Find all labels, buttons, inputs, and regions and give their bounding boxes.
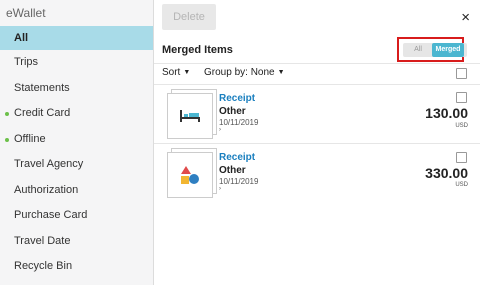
item-type-link[interactable]: Receipt [219,152,255,163]
item-category: Other [219,106,246,117]
item-amount: 130.00 [425,105,468,121]
sidebar-item-offline[interactable]: Offline [0,127,153,153]
sidebar-item-label: All [14,32,29,44]
item-type-link[interactable]: Receipt [219,93,255,104]
select-all-checkbox[interactable] [456,68,467,79]
status-dot-icon [5,112,9,116]
sidebar-item-authorization[interactable]: Authorization [0,178,153,204]
sidebar-item-label: Statements [14,81,70,94]
sidebar-item-recycle-bin[interactable]: Recycle Bin [0,254,153,280]
sidebar: eWallet All Trips Statements Credit Card… [0,0,154,285]
caret-down-icon: ▼ [277,69,285,76]
sort-label: Sort [162,67,181,78]
bed-icon [180,110,200,122]
caret-down-icon: ▼ [183,69,191,76]
item-currency: USD [455,182,468,188]
item-date: 10/11/2019 [219,118,259,127]
list-item[interactable]: Receipt Other 10/11/2019 › 130.00 USD [154,86,480,142]
item-currency: USD [455,123,468,129]
groupby-label: Group by: None [204,67,275,78]
main-panel: Delete × Merged Items All Merged Sort ▼ G… [154,0,480,285]
toggle-all-option[interactable]: All [403,43,433,57]
divider [154,63,480,64]
shapes-icon [181,166,199,184]
sidebar-item-label: Travel Date [14,234,71,247]
toggle-merged-option[interactable]: Merged [432,43,464,57]
sidebar-item-trips[interactable]: Trips [0,50,153,76]
sidebar-item-label: Trips [14,56,39,68]
divider [154,143,480,144]
expand-arrow-icon[interactable]: › [219,186,221,192]
sidebar-item-statements[interactable]: Statements [0,76,153,102]
receipt-thumbnail[interactable] [167,93,213,139]
sidebar-item-label: Recycle Bin [14,260,73,272]
sidebar-item-credit-card[interactable]: Credit Card [0,101,153,127]
item-category: Other [219,165,246,176]
expand-arrow-icon[interactable]: › [219,127,221,133]
sidebar-item-label: Credit Card [14,107,71,119]
divider [154,84,480,85]
sidebar-item-purchase-card[interactable]: Purchase Card [0,203,153,229]
sidebar-item-label: Authorization [14,183,79,196]
item-checkbox[interactable] [456,152,467,163]
sidebar-item-travel-date[interactable]: Travel Date [0,229,153,255]
item-date: 10/11/2019 [219,177,259,186]
delete-button[interactable]: Delete [162,4,216,30]
list-item[interactable]: Receipt Other 10/11/2019 › 330.00 USD [154,145,480,201]
sidebar-item-label: Travel Agency [14,158,84,170]
sort-dropdown[interactable]: Sort ▼ [162,67,190,78]
status-dot-icon [5,137,9,142]
sidebar-item-travel-agency[interactable]: Travel Agency [0,152,153,178]
sidebar-item-label: Offline [14,132,46,145]
sidebar-item-label: Purchase Card [14,209,88,221]
groupby-dropdown[interactable]: Group by: None ▼ [204,67,285,78]
view-toggle[interactable]: All Merged [403,43,467,57]
item-checkbox[interactable] [456,92,467,103]
receipt-thumbnail[interactable] [167,152,213,198]
sidebar-title: eWallet [6,6,46,20]
item-amount: 330.00 [425,165,468,181]
close-icon[interactable]: × [461,10,470,25]
page-title: Merged Items [162,44,233,56]
sidebar-item-all[interactable]: All [0,26,153,50]
